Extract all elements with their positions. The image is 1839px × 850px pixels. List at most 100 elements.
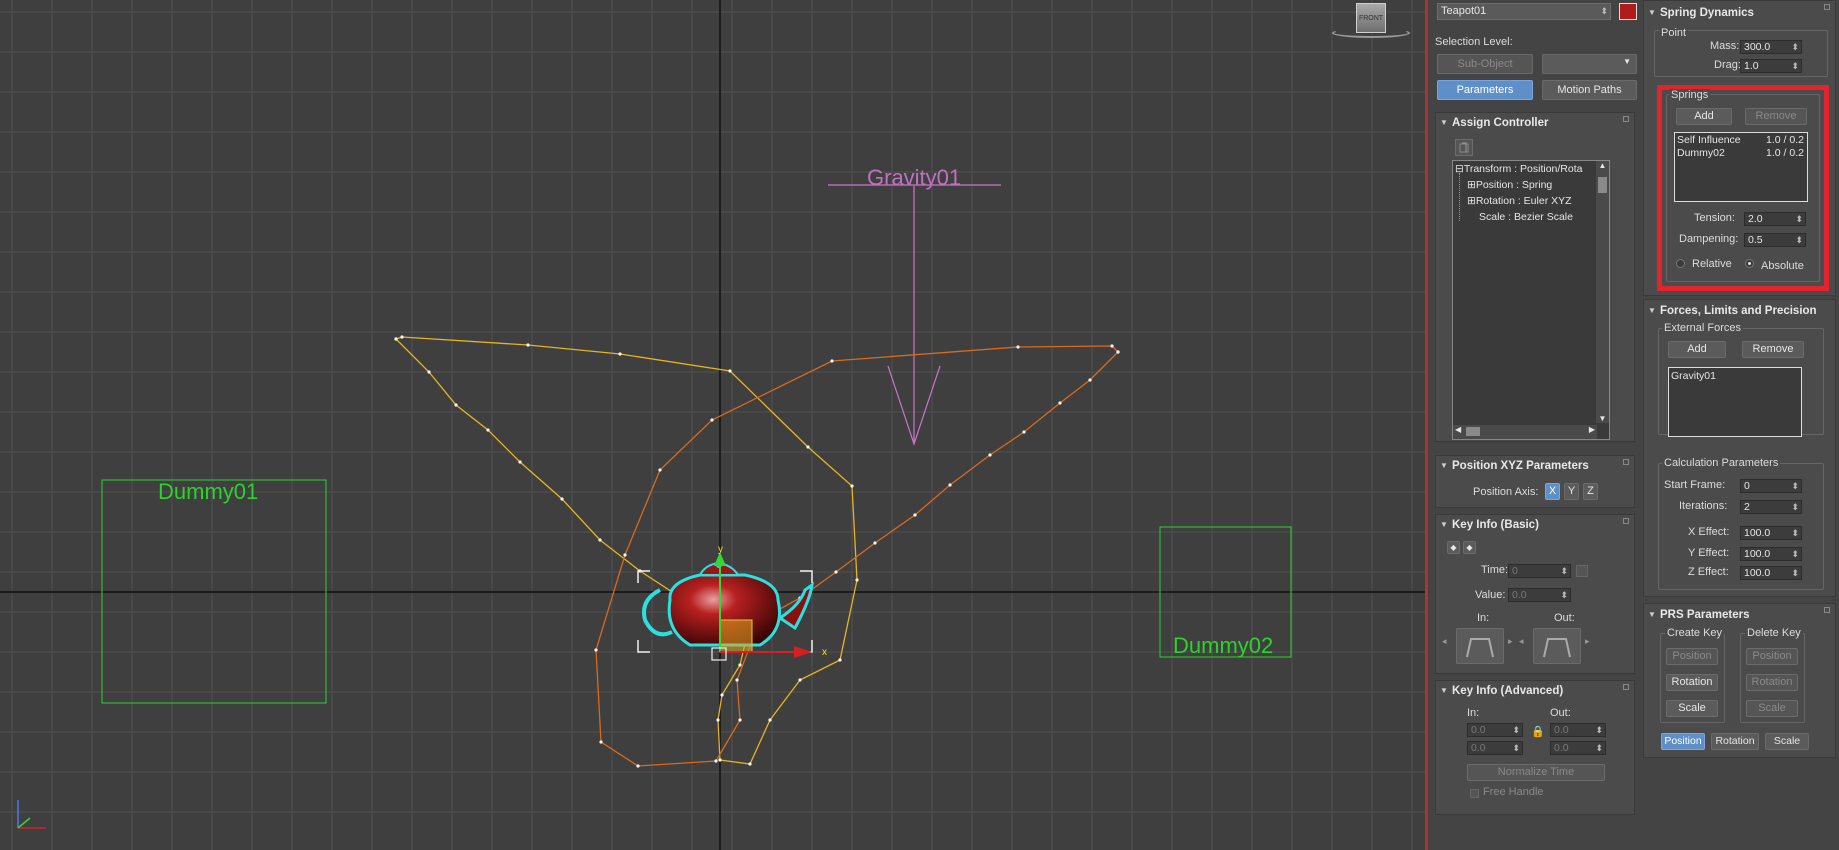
forces-header[interactable]: Forces, Limits and Precision [1644,301,1835,321]
tension-spinner[interactable]: 2.0 [1744,212,1806,226]
adv-in-field-2[interactable]: 0.0 [1467,741,1523,755]
drag-label: Drag: [1714,59,1741,71]
trajectory-key-dot [714,759,718,763]
relative-radio[interactable] [1676,259,1685,268]
rollout-pin-icon [1623,116,1629,122]
delete-rotation-button[interactable]: Rotation [1746,674,1798,691]
normalize-time-button[interactable]: Normalize Time [1467,764,1605,781]
trajectory-key-dot [427,370,431,374]
springs-add-button[interactable]: Add [1676,108,1732,125]
prs-position-button[interactable]: Position [1661,733,1705,750]
tree-node-rotation[interactable]: ⊞Rotation : Euler XYZ [1467,195,1572,207]
key-info-basic-header[interactable]: Key Info (Basic) [1436,515,1634,535]
mass-spinner[interactable]: 300.0 [1740,40,1802,54]
in-tangent-button[interactable] [1456,628,1504,664]
tree-node-position[interactable]: ⊞Position : Spring [1467,179,1552,191]
create-rotation-button[interactable]: Rotation [1666,674,1718,691]
in-next-arrow-icon[interactable]: ▸ [1508,636,1518,652]
adv-in-field-1[interactable]: 0.0 [1467,723,1523,737]
vertical-scrollbar[interactable]: ▲ ▼ [1596,161,1609,423]
sub-object-button[interactable]: Sub-Object [1437,54,1533,74]
viewcube[interactable]: FRONT [1356,3,1386,33]
scroll-down-icon[interactable]: ▼ [1596,414,1609,423]
expand-icon[interactable]: ⊞ [1467,195,1476,207]
spring-list-item[interactable]: Self Influence 1.0 / 0.2 [1677,134,1806,146]
scroll-h-thumb[interactable] [1466,427,1480,436]
prs-header[interactable]: PRS Parameters [1644,605,1835,625]
trajectory-key-dot [728,369,732,373]
create-position-button[interactable]: Position [1666,648,1718,665]
position-axis-label: Position Axis: [1473,486,1539,498]
create-scale-button[interactable]: Scale [1666,700,1718,717]
external-forces-list[interactable]: Gravity01 [1668,367,1802,437]
rollout-pin-icon [1623,459,1629,465]
axis-z-button[interactable]: Z [1583,483,1598,500]
adv-out-field-2[interactable]: 0.0 [1550,741,1606,755]
out-prev-arrow-icon[interactable]: ◂ [1519,636,1529,652]
scroll-thumb[interactable] [1598,177,1607,193]
scroll-up-icon[interactable]: ▲ [1596,161,1609,170]
springs-remove-button[interactable]: Remove [1745,108,1807,125]
iterations-spinner[interactable]: 2 [1740,500,1802,514]
tree-node-transform[interactable]: ⊟Transform : Position/Rota [1455,163,1582,175]
prev-key-button[interactable]: ◆ [1447,541,1460,554]
in-prev-arrow-icon[interactable]: ◂ [1442,636,1452,652]
rollout-pin-icon [1824,4,1830,10]
y-effect-spinner[interactable]: 100.0 [1740,547,1802,561]
viewport-front[interactable]: xy Gravity01 Dummy01 Dummy02 FRONT [0,0,1427,850]
horizontal-scrollbar[interactable]: ◀ ▶ [1453,425,1597,439]
x-effect-spinner[interactable]: 100.0 [1740,526,1802,540]
assign-controller-header[interactable]: Assign Controller [1436,113,1634,133]
free-handle-checkbox[interactable] [1470,789,1479,798]
spring-dynamics-header[interactable]: Spring Dynamics [1644,3,1835,23]
object-name-field[interactable]: Teapot01 [1437,3,1611,20]
drag-spinner[interactable]: 1.0 [1740,59,1802,73]
forces-add-button[interactable]: Add [1668,341,1726,358]
axis-y-button[interactable]: Y [1564,483,1579,500]
position-xyz-header[interactable]: Position XYZ Parameters [1436,456,1634,476]
object-color-swatch[interactable] [1619,3,1637,20]
trajectory-key-dot [560,497,564,501]
forces-remove-button[interactable]: Remove [1742,341,1804,358]
tab-motion-paths[interactable]: Motion Paths [1542,80,1637,100]
next-key-button[interactable]: ◆ [1463,541,1476,554]
tree-line [1459,173,1460,221]
tree-node-scale[interactable]: Scale : Bezier Scale [1479,211,1573,223]
tab-parameters[interactable]: Parameters [1437,80,1533,100]
time-lock-checkbox[interactable] [1576,565,1588,577]
value-spinner[interactable]: 0.0 [1508,588,1571,602]
relative-label[interactable]: Relative [1692,258,1732,270]
y-effect-label: Y Effect: [1688,547,1730,559]
expand-icon[interactable]: ⊞ [1467,179,1476,191]
absolute-radio[interactable] [1745,259,1754,268]
out-next-arrow-icon[interactable]: ▸ [1585,636,1595,652]
prs-rotation-button[interactable]: Rotation [1711,733,1759,750]
trajectory-key-dot [1088,378,1092,382]
adv-out-field-1[interactable]: 0.0 [1550,723,1606,737]
delete-scale-button[interactable]: Scale [1746,700,1798,717]
scroll-left-icon[interactable]: ◀ [1455,425,1461,434]
viewport-canvas[interactable]: xy [0,0,1427,850]
dampening-spinner[interactable]: 0.5 [1744,233,1806,247]
controller-tree[interactable]: ⊟Transform : Position/Rota ⊞Position : S… [1452,160,1610,440]
time-spinner[interactable]: 0 [1508,564,1571,578]
scroll-right-icon[interactable]: ▶ [1589,425,1595,434]
delete-position-button[interactable]: Position [1746,648,1798,665]
force-list-item[interactable]: Gravity01 [1671,370,1716,382]
prs-scale-button[interactable]: Scale [1765,733,1809,750]
assign-controller-button[interactable] [1455,139,1473,156]
lock-icon[interactable]: 🔒 [1531,725,1545,738]
trajectory-key-dot [618,352,622,356]
springs-list[interactable]: Self Influence 1.0 / 0.2 Dummy02 1.0 / 0… [1674,132,1808,202]
motion-panel: Teapot01 Selection Level: Sub-Object ▼ P… [1432,0,1638,850]
selection-bracket [637,640,650,653]
spring-list-item[interactable]: Dummy02 1.0 / 0.2 [1677,147,1806,159]
axis-x-button[interactable]: X [1545,483,1560,500]
out-tangent-button[interactable] [1533,628,1581,664]
tension-label: Tension: [1694,212,1735,224]
sub-object-dropdown[interactable]: ▼ [1542,54,1637,74]
z-effect-spinner[interactable]: 100.0 [1740,566,1802,580]
absolute-label[interactable]: Absolute [1761,260,1804,272]
start-frame-spinner[interactable]: 0 [1740,479,1802,493]
key-info-advanced-header[interactable]: Key Info (Advanced) [1436,681,1634,701]
